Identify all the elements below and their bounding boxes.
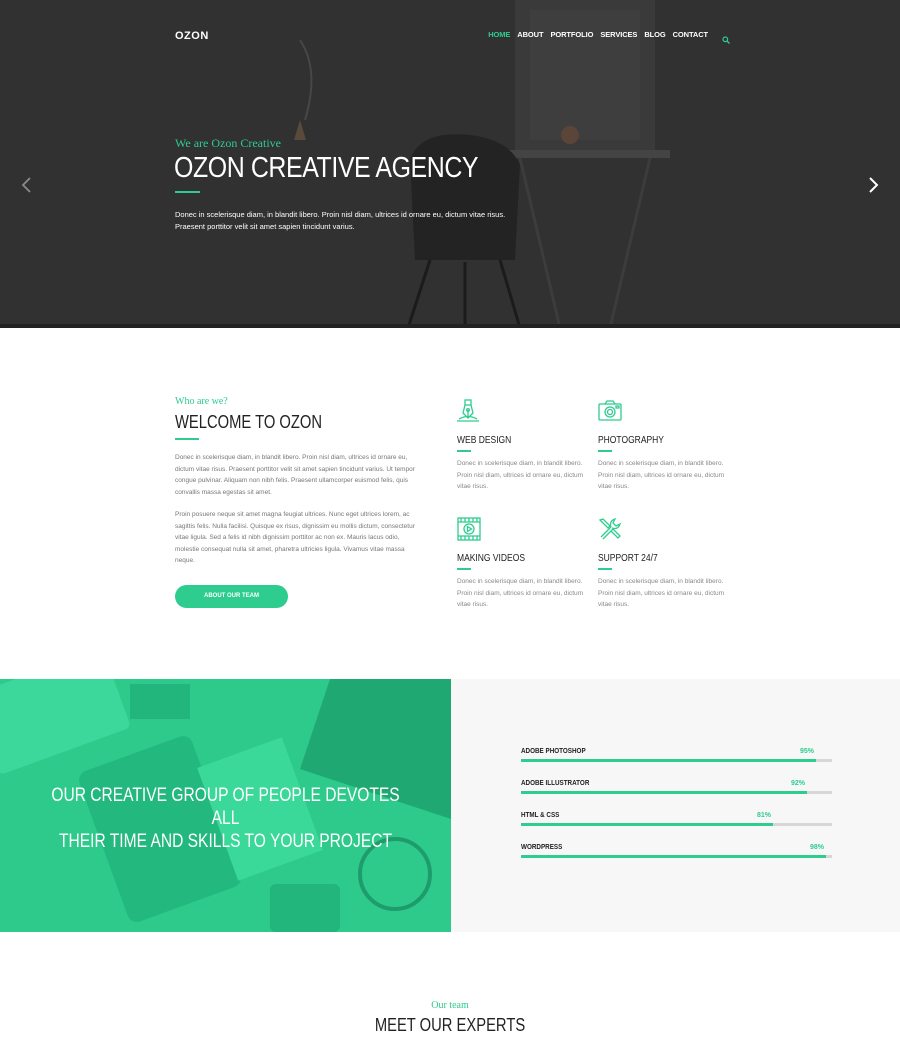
about-title: WELCOME TO OZON — [175, 412, 323, 432]
about-paragraph-2: Proin posuere neque sit amet magna feugi… — [175, 511, 415, 564]
nav-item-home[interactable]: HOME — [488, 30, 510, 39]
skill-percent: 98% — [810, 844, 825, 851]
hero-description: Donec in scelerisque diam, in blandit li… — [175, 210, 506, 231]
service-title: WEB DESIGN — [457, 435, 512, 446]
site-logo[interactable]: OZON — [175, 30, 209, 42]
about-our-team-button[interactable]: ABOUT OUR TEAM — [175, 585, 288, 608]
skill-track — [521, 823, 832, 826]
service-divider — [457, 568, 471, 570]
film-icon — [457, 517, 481, 541]
skill-name: ADOBE ILLUSTRATOR — [521, 780, 590, 787]
hero-subtitle: We are Ozon Creative — [175, 136, 281, 150]
skill-fill — [521, 855, 826, 858]
skill-track — [521, 855, 832, 858]
service-divider — [598, 450, 612, 452]
nav-item-services[interactable]: SERVICES — [600, 30, 637, 39]
nav-item-portfolio[interactable]: PORTFOLIO — [550, 30, 593, 39]
skill-track — [521, 759, 832, 762]
nav-item-about[interactable]: ABOUT — [517, 30, 543, 39]
service-description: Donec in scelerisque diam, in blandit li… — [598, 578, 725, 608]
service-divider — [457, 450, 471, 452]
hero-slider: OZON HOME ABOUT PORTFOLIO SERVICES BLOG … — [0, 0, 900, 328]
search-icon[interactable] — [722, 31, 730, 44]
skill-percent: 92% — [791, 780, 806, 787]
skill-name: HTML & CSS — [521, 812, 560, 819]
skill-percent: 95% — [800, 748, 815, 755]
skill-bar: ADOBE ILLUSTRATOR 92% — [521, 780, 832, 800]
pen-tool-icon — [457, 399, 481, 423]
skill-fill — [521, 823, 773, 826]
camera-icon — [598, 399, 622, 423]
service-description: Donec in scelerisque diam, in blandit li… — [598, 460, 725, 490]
skills-headline-line-2: THEIR TIME AND SKILLS TO YOUR PROJECT — [58, 831, 393, 852]
chevron-right-icon[interactable] — [866, 176, 880, 194]
skills-panel — [451, 679, 900, 932]
skill-bar: WORDPRESS 98% — [521, 844, 832, 864]
skill-name: ADOBE PHOTOSHOP — [521, 748, 586, 755]
tools-icon — [598, 517, 622, 541]
service-description: Donec in scelerisque diam, in blandit li… — [457, 578, 584, 608]
skill-percent: 81% — [757, 812, 772, 819]
skills-headline: OUR CREATIVE GROUP OF PEOPLE DEVOTES ALL… — [41, 784, 411, 853]
service-title: MAKING VIDEOS — [457, 553, 526, 564]
service-title: SUPPORT 24/7 — [598, 553, 658, 564]
about-subtitle: Who are we? — [175, 396, 228, 407]
hero-title: OZON CREATIVE AGENCY — [174, 152, 479, 184]
service-description: Donec in scelerisque diam, in blandit li… — [457, 460, 584, 490]
workspace-image-panel: OUR CREATIVE GROUP OF PEOPLE DEVOTES ALL… — [0, 679, 451, 932]
service-title: PHOTOGRAPHY — [598, 435, 664, 446]
team-subtitle: Our team — [431, 1000, 469, 1011]
about-divider — [175, 438, 199, 440]
skills-headline-line-1: OUR CREATIVE GROUP OF PEOPLE DEVOTES ALL — [51, 785, 400, 829]
team-title: MEET OUR EXPERTS — [374, 1015, 526, 1035]
skill-bar: HTML & CSS 81% — [521, 812, 832, 832]
skill-name: WORDPRESS — [521, 844, 563, 851]
skill-bar: ADOBE PHOTOSHOP 95% — [521, 748, 832, 768]
main-navbar: OZON HOME ABOUT PORTFOLIO SERVICES BLOG … — [175, 28, 730, 44]
service-divider — [598, 568, 612, 570]
chevron-left-icon[interactable] — [20, 176, 34, 194]
nav-menu: HOME ABOUT PORTFOLIO SERVICES BLOG CONTA… — [481, 30, 730, 44]
skill-fill — [521, 759, 816, 762]
skill-track — [521, 791, 832, 794]
nav-item-contact[interactable]: CONTACT — [673, 30, 709, 39]
skill-fill — [521, 791, 807, 794]
nav-item-blog[interactable]: BLOG — [644, 30, 665, 39]
hero-divider — [175, 191, 200, 193]
about-paragraph-1: Donec in scelerisque diam, in blandit li… — [175, 454, 415, 496]
